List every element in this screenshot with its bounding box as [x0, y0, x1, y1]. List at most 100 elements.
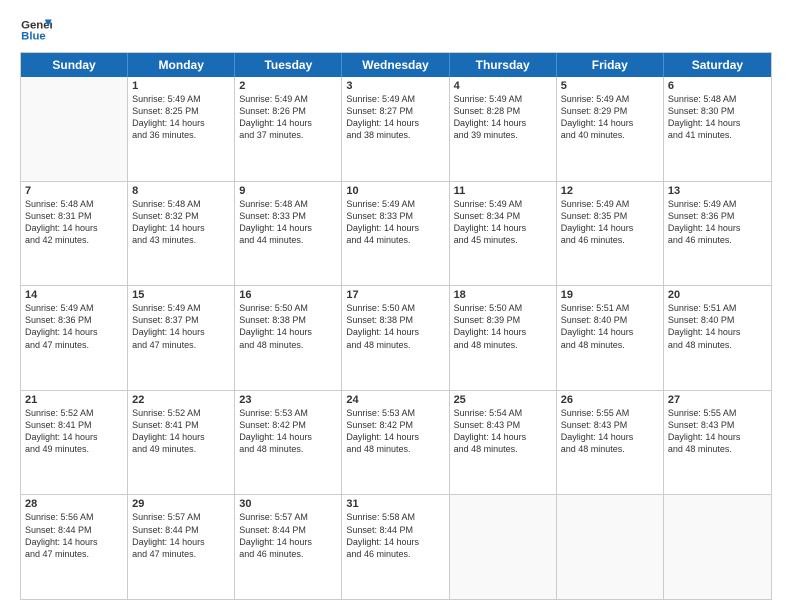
- calendar-cell: 3Sunrise: 5:49 AMSunset: 8:27 PMDaylight…: [342, 77, 449, 181]
- day-info: Sunrise: 5:57 AMSunset: 8:44 PMDaylight:…: [239, 511, 337, 560]
- calendar-cell: 29Sunrise: 5:57 AMSunset: 8:44 PMDayligh…: [128, 495, 235, 599]
- day-info: Sunrise: 5:50 AMSunset: 8:39 PMDaylight:…: [454, 302, 552, 351]
- calendar-cell: 26Sunrise: 5:55 AMSunset: 8:43 PMDayligh…: [557, 391, 664, 495]
- day-info: Sunrise: 5:49 AMSunset: 8:27 PMDaylight:…: [346, 93, 444, 142]
- calendar-cell: 20Sunrise: 5:51 AMSunset: 8:40 PMDayligh…: [664, 286, 771, 390]
- calendar-cell: 18Sunrise: 5:50 AMSunset: 8:39 PMDayligh…: [450, 286, 557, 390]
- calendar-cell: 28Sunrise: 5:56 AMSunset: 8:44 PMDayligh…: [21, 495, 128, 599]
- calendar-header: SundayMondayTuesdayWednesdayThursdayFrid…: [21, 53, 771, 77]
- day-number: 8: [132, 185, 230, 197]
- day-info: Sunrise: 5:49 AMSunset: 8:37 PMDaylight:…: [132, 302, 230, 351]
- day-info: Sunrise: 5:49 AMSunset: 8:35 PMDaylight:…: [561, 198, 659, 247]
- logo-icon: General Blue: [20, 16, 52, 44]
- calendar-cell: 22Sunrise: 5:52 AMSunset: 8:41 PMDayligh…: [128, 391, 235, 495]
- day-number: 18: [454, 289, 552, 301]
- day-number: 30: [239, 498, 337, 510]
- day-info: Sunrise: 5:53 AMSunset: 8:42 PMDaylight:…: [346, 407, 444, 456]
- day-info: Sunrise: 5:52 AMSunset: 8:41 PMDaylight:…: [25, 407, 123, 456]
- day-info: Sunrise: 5:49 AMSunset: 8:36 PMDaylight:…: [25, 302, 123, 351]
- calendar-row-1: 7Sunrise: 5:48 AMSunset: 8:31 PMDaylight…: [21, 182, 771, 287]
- header-day-thursday: Thursday: [450, 53, 557, 77]
- day-number: 11: [454, 185, 552, 197]
- calendar-cell: 4Sunrise: 5:49 AMSunset: 8:28 PMDaylight…: [450, 77, 557, 181]
- day-number: 13: [668, 185, 767, 197]
- day-info: Sunrise: 5:49 AMSunset: 8:36 PMDaylight:…: [668, 198, 767, 247]
- day-info: Sunrise: 5:48 AMSunset: 8:32 PMDaylight:…: [132, 198, 230, 247]
- calendar-cell: 19Sunrise: 5:51 AMSunset: 8:40 PMDayligh…: [557, 286, 664, 390]
- calendar-cell: 16Sunrise: 5:50 AMSunset: 8:38 PMDayligh…: [235, 286, 342, 390]
- day-info: Sunrise: 5:48 AMSunset: 8:31 PMDaylight:…: [25, 198, 123, 247]
- calendar-cell: 30Sunrise: 5:57 AMSunset: 8:44 PMDayligh…: [235, 495, 342, 599]
- day-number: 22: [132, 394, 230, 406]
- day-number: 23: [239, 394, 337, 406]
- day-number: 27: [668, 394, 767, 406]
- day-number: 21: [25, 394, 123, 406]
- calendar-cell: [557, 495, 664, 599]
- day-info: Sunrise: 5:49 AMSunset: 8:28 PMDaylight:…: [454, 93, 552, 142]
- day-info: Sunrise: 5:48 AMSunset: 8:33 PMDaylight:…: [239, 198, 337, 247]
- calendar-cell: 1Sunrise: 5:49 AMSunset: 8:25 PMDaylight…: [128, 77, 235, 181]
- day-number: 29: [132, 498, 230, 510]
- calendar-cell: 15Sunrise: 5:49 AMSunset: 8:37 PMDayligh…: [128, 286, 235, 390]
- day-info: Sunrise: 5:50 AMSunset: 8:38 PMDaylight:…: [239, 302, 337, 351]
- day-info: Sunrise: 5:49 AMSunset: 8:26 PMDaylight:…: [239, 93, 337, 142]
- day-number: 7: [25, 185, 123, 197]
- calendar-cell: 23Sunrise: 5:53 AMSunset: 8:42 PMDayligh…: [235, 391, 342, 495]
- day-number: 31: [346, 498, 444, 510]
- calendar-row-0: 1Sunrise: 5:49 AMSunset: 8:25 PMDaylight…: [21, 77, 771, 182]
- calendar-cell: 7Sunrise: 5:48 AMSunset: 8:31 PMDaylight…: [21, 182, 128, 286]
- day-number: 3: [346, 80, 444, 92]
- day-info: Sunrise: 5:50 AMSunset: 8:38 PMDaylight:…: [346, 302, 444, 351]
- day-info: Sunrise: 5:48 AMSunset: 8:30 PMDaylight:…: [668, 93, 767, 142]
- calendar-cell: [21, 77, 128, 181]
- day-info: Sunrise: 5:58 AMSunset: 8:44 PMDaylight:…: [346, 511, 444, 560]
- header-day-wednesday: Wednesday: [342, 53, 449, 77]
- day-number: 9: [239, 185, 337, 197]
- day-info: Sunrise: 5:57 AMSunset: 8:44 PMDaylight:…: [132, 511, 230, 560]
- calendar-cell: 6Sunrise: 5:48 AMSunset: 8:30 PMDaylight…: [664, 77, 771, 181]
- day-number: 2: [239, 80, 337, 92]
- calendar-row-3: 21Sunrise: 5:52 AMSunset: 8:41 PMDayligh…: [21, 391, 771, 496]
- calendar-row-4: 28Sunrise: 5:56 AMSunset: 8:44 PMDayligh…: [21, 495, 771, 599]
- calendar: SundayMondayTuesdayWednesdayThursdayFrid…: [20, 52, 772, 600]
- day-number: 1: [132, 80, 230, 92]
- day-info: Sunrise: 5:52 AMSunset: 8:41 PMDaylight:…: [132, 407, 230, 456]
- calendar-cell: 17Sunrise: 5:50 AMSunset: 8:38 PMDayligh…: [342, 286, 449, 390]
- header-day-monday: Monday: [128, 53, 235, 77]
- day-number: 10: [346, 185, 444, 197]
- calendar-body: 1Sunrise: 5:49 AMSunset: 8:25 PMDaylight…: [21, 77, 771, 599]
- day-number: 4: [454, 80, 552, 92]
- header: General Blue: [20, 16, 772, 44]
- calendar-row-2: 14Sunrise: 5:49 AMSunset: 8:36 PMDayligh…: [21, 286, 771, 391]
- day-info: Sunrise: 5:55 AMSunset: 8:43 PMDaylight:…: [561, 407, 659, 456]
- day-info: Sunrise: 5:49 AMSunset: 8:33 PMDaylight:…: [346, 198, 444, 247]
- day-info: Sunrise: 5:49 AMSunset: 8:29 PMDaylight:…: [561, 93, 659, 142]
- day-number: 24: [346, 394, 444, 406]
- day-number: 5: [561, 80, 659, 92]
- day-info: Sunrise: 5:56 AMSunset: 8:44 PMDaylight:…: [25, 511, 123, 560]
- day-number: 28: [25, 498, 123, 510]
- day-number: 6: [668, 80, 767, 92]
- calendar-cell: 5Sunrise: 5:49 AMSunset: 8:29 PMDaylight…: [557, 77, 664, 181]
- calendar-cell: 8Sunrise: 5:48 AMSunset: 8:32 PMDaylight…: [128, 182, 235, 286]
- day-number: 12: [561, 185, 659, 197]
- page: General Blue SundayMondayTuesdayWednesda…: [0, 0, 792, 612]
- header-day-friday: Friday: [557, 53, 664, 77]
- calendar-cell: 25Sunrise: 5:54 AMSunset: 8:43 PMDayligh…: [450, 391, 557, 495]
- calendar-cell: 14Sunrise: 5:49 AMSunset: 8:36 PMDayligh…: [21, 286, 128, 390]
- header-day-saturday: Saturday: [664, 53, 771, 77]
- header-day-tuesday: Tuesday: [235, 53, 342, 77]
- calendar-cell: 27Sunrise: 5:55 AMSunset: 8:43 PMDayligh…: [664, 391, 771, 495]
- day-number: 20: [668, 289, 767, 301]
- header-day-sunday: Sunday: [21, 53, 128, 77]
- day-number: 19: [561, 289, 659, 301]
- logo: General Blue: [20, 16, 52, 44]
- calendar-cell: 12Sunrise: 5:49 AMSunset: 8:35 PMDayligh…: [557, 182, 664, 286]
- day-info: Sunrise: 5:51 AMSunset: 8:40 PMDaylight:…: [668, 302, 767, 351]
- day-number: 14: [25, 289, 123, 301]
- svg-text:Blue: Blue: [21, 31, 46, 43]
- calendar-cell: [664, 495, 771, 599]
- day-number: 15: [132, 289, 230, 301]
- day-number: 17: [346, 289, 444, 301]
- calendar-cell: [450, 495, 557, 599]
